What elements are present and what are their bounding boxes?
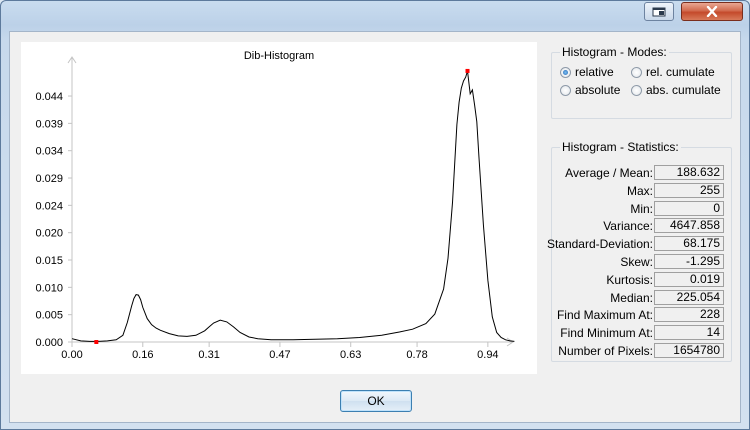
- mode-label: rel. cumulate: [646, 65, 715, 79]
- stat-value: 1654780: [654, 343, 724, 358]
- dialog-client: Dib-Histogram 0.000 0.005 0.010 0.015 0.020 0.…: [9, 31, 741, 423]
- radio-selected-icon: [560, 66, 571, 78]
- stat-row: Variance: 4647.858: [552, 218, 733, 234]
- y-tick-label: 0.010: [35, 282, 63, 294]
- mode-label: abs. cumulate: [646, 83, 721, 97]
- stat-row: Median: 225.054: [552, 290, 733, 306]
- stat-value: 0.019: [654, 272, 724, 287]
- y-tick-label: 0.029: [35, 173, 63, 185]
- stat-row: Find Minimum At: 14: [552, 325, 733, 341]
- stat-label: Median:: [610, 291, 653, 305]
- stat-row: Max: 255: [552, 183, 733, 199]
- y-tick-label: 0.034: [35, 146, 63, 158]
- x-tick-label: 0.16: [132, 349, 153, 361]
- y-tick-label: 0.044: [35, 91, 63, 103]
- stat-label: Variance:: [603, 219, 653, 233]
- stat-label: Max:: [626, 184, 653, 198]
- y-tick-label: 0.024: [35, 200, 63, 212]
- stat-label: Number of Pixels:: [558, 344, 653, 358]
- x-tick-label: 0.47: [269, 349, 290, 361]
- stat-row: Find Maximum At: 228: [552, 307, 733, 323]
- y-tick-label: 0.015: [35, 255, 63, 267]
- stat-value: 68.175: [654, 236, 724, 251]
- mode-absolute-radio[interactable]: absolute: [560, 83, 620, 97]
- histogram-plot: Dib-Histogram 0.000 0.005 0.010 0.015 0.020 0.…: [21, 42, 537, 374]
- stat-value: -1.295: [654, 254, 724, 269]
- x-tick-label: 0.63: [340, 349, 361, 361]
- title-bar[interactable]: [1, 1, 749, 27]
- x-tick-label: 0.31: [198, 349, 219, 361]
- statistics-group-title: Histogram - Statistics:: [560, 140, 681, 154]
- y-tick-label: 0.020: [35, 228, 63, 240]
- radio-empty-icon: [631, 66, 642, 78]
- ok-button[interactable]: OK: [340, 390, 412, 412]
- y-tick-label: 0.005: [35, 310, 63, 322]
- stat-label: Kurtosis:: [606, 273, 653, 287]
- mode-relative-radio[interactable]: relative: [560, 65, 614, 79]
- stat-label: Average / Mean:: [565, 166, 653, 180]
- restore-button[interactable]: [644, 2, 674, 21]
- statistics-group: Histogram - Statistics: Average / Mean: …: [547, 140, 733, 362]
- histogram-dialog: Dib-Histogram 0.000 0.005 0.010 0.015 0.020 0.…: [0, 0, 750, 430]
- mode-abs-cumulate-radio[interactable]: abs. cumulate: [631, 83, 721, 97]
- y-tick-label: 0.000: [35, 337, 63, 349]
- close-button[interactable]: [681, 2, 743, 21]
- stat-value: 225.054: [654, 290, 724, 305]
- modes-group-title: Histogram - Modes:: [560, 45, 669, 59]
- histogram-chart: Dib-Histogram 0.000 0.005 0.010 0.015 0.020 0.…: [35, 50, 515, 361]
- stat-value: 188.632: [654, 165, 724, 180]
- modes-group: Histogram - Modes: relative rel. cumulat…: [551, 45, 732, 119]
- stat-row: Number of Pixels: 1654780: [552, 343, 733, 359]
- close-x-icon: [706, 6, 718, 17]
- stat-row: Min: 0: [552, 201, 733, 217]
- stat-row: Kurtosis: 0.019: [552, 272, 733, 288]
- histogram-line: [71, 70, 515, 342]
- stat-label: Min:: [630, 202, 653, 216]
- chart-title: Dib-Histogram: [244, 50, 314, 62]
- stat-value: 4647.858: [654, 218, 724, 233]
- stat-value: 255: [654, 183, 724, 198]
- x-tick-label: 0.78: [406, 349, 427, 361]
- extremum-marker: [465, 68, 470, 73]
- mode-rel-cumulate-radio[interactable]: rel. cumulate: [631, 65, 715, 79]
- stat-label: Find Minimum At:: [560, 326, 653, 340]
- y-tick-label: 0.039: [35, 118, 63, 130]
- x-tick-label: 0.94: [477, 349, 498, 361]
- stat-value: 0: [654, 201, 724, 216]
- stat-row: Standard-Deviation: 68.175: [547, 236, 733, 252]
- stat-label: Standard-Deviation:: [546, 237, 653, 251]
- stat-row: Average / Mean: 188.632: [552, 165, 733, 181]
- stat-row: Skew: -1.295: [552, 254, 733, 270]
- mode-label: absolute: [575, 83, 621, 97]
- extremum-marker: [94, 340, 99, 344]
- restore-icon: [652, 7, 666, 16]
- radio-empty-icon: [631, 84, 642, 96]
- stat-label: Skew:: [620, 255, 653, 269]
- mode-label: relative: [575, 65, 614, 79]
- radio-empty-icon: [560, 84, 571, 96]
- stat-value: 228: [654, 307, 724, 322]
- x-tick-label: 0.00: [61, 349, 82, 361]
- stat-label: Find Maximum At:: [556, 308, 653, 322]
- stat-value: 14: [654, 325, 724, 340]
